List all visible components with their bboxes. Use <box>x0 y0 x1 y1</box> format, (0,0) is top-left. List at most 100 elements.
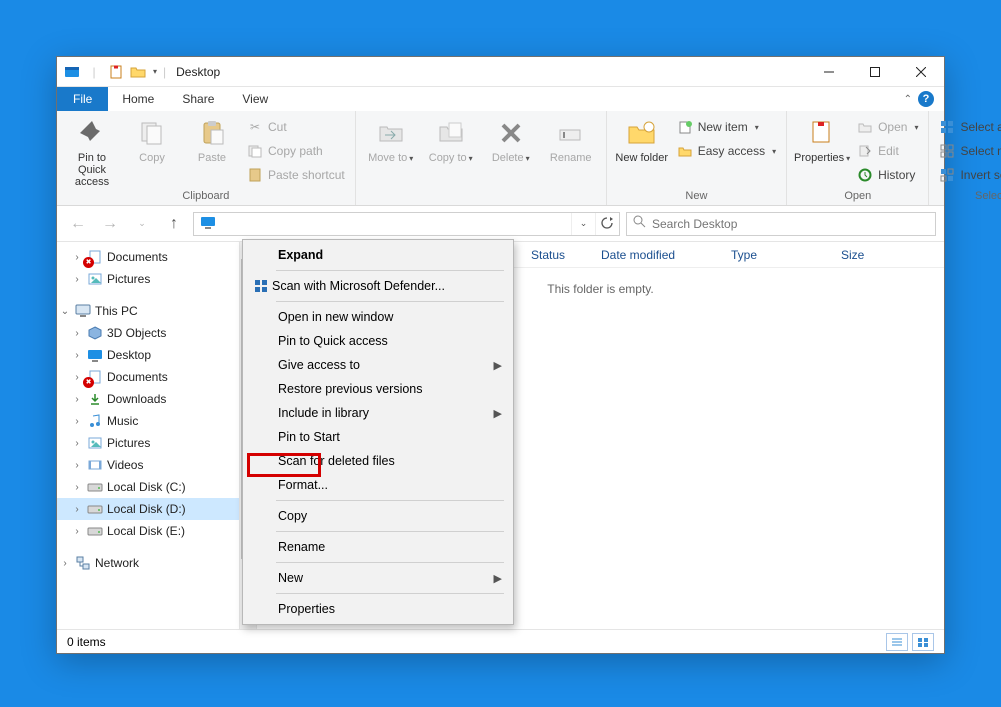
help-icon[interactable]: ? <box>918 91 934 107</box>
ctx-expand[interactable]: Expand <box>246 243 510 267</box>
copy-to-button[interactable]: Copy to▾ <box>422 113 480 164</box>
open-button[interactable]: Open▾ <box>853 116 922 138</box>
maximize-button[interactable] <box>852 57 898 87</box>
tab-share[interactable]: Share <box>168 87 228 111</box>
paste-button[interactable]: Paste <box>183 113 241 164</box>
search-box[interactable] <box>626 212 936 236</box>
qat-folder-icon[interactable] <box>129 63 147 81</box>
expand-icon[interactable]: › <box>71 526 83 537</box>
ctx-properties[interactable]: Properties <box>246 597 510 621</box>
ctx-restore-previous[interactable]: Restore previous versions <box>246 377 510 401</box>
col-date[interactable]: Date modified <box>601 248 731 262</box>
minimize-button[interactable] <box>806 57 852 87</box>
history-button[interactable]: History <box>853 164 922 186</box>
tab-home[interactable]: Home <box>108 87 168 111</box>
refresh-button[interactable] <box>595 213 619 235</box>
sidebar-item-pictures[interactable]: ›Pictures <box>57 268 256 290</box>
ribbon-collapse-icon[interactable]: ⌃ <box>904 94 912 105</box>
close-button[interactable] <box>898 57 944 87</box>
address-dropdown-button[interactable]: ⌄ <box>571 213 595 235</box>
tab-view[interactable]: View <box>228 87 282 111</box>
nav-forward-button[interactable]: → <box>97 211 123 237</box>
invert-icon <box>939 167 955 183</box>
pin-quick-access-button[interactable]: Pin to Quick access <box>63 113 121 188</box>
delete-button[interactable]: Delete▾ <box>482 113 540 164</box>
move-to-button[interactable]: Move to▾ <box>362 113 420 164</box>
expand-icon[interactable]: › <box>71 394 83 405</box>
new-folder-button[interactable]: New folder <box>613 113 671 164</box>
paste-shortcut-button[interactable]: Paste shortcut <box>243 164 349 186</box>
sidebar-item-desktop[interactable]: ›Desktop <box>57 344 256 366</box>
expand-icon[interactable]: › <box>71 482 83 493</box>
copy-path-button[interactable]: Copy path <box>243 140 349 162</box>
expand-icon[interactable]: › <box>71 438 83 449</box>
properties-button[interactable]: Properties▾ <box>793 113 851 164</box>
easy-access-button[interactable]: Easy access▾ <box>673 140 780 162</box>
invert-selection-button[interactable]: Invert selection <box>935 164 1001 186</box>
ctx-pin-quick-access[interactable]: Pin to Quick access <box>246 329 510 353</box>
sidebar-item-network[interactable]: ›Network <box>57 552 256 574</box>
new-item-button[interactable]: New item▾ <box>673 116 780 138</box>
nav-pane[interactable]: ›Documents ›Pictures ⌄This PC ›3D Object… <box>57 242 257 629</box>
expand-icon[interactable]: › <box>71 504 83 515</box>
sidebar-item-documents2[interactable]: ›Documents <box>57 366 256 388</box>
address-bar[interactable]: ⌄ <box>193 212 620 236</box>
qat-dropdown-icon[interactable]: ▾ <box>151 67 159 76</box>
sidebar-item-3dobjects[interactable]: ›3D Objects <box>57 322 256 344</box>
expand-icon[interactable]: › <box>71 350 83 361</box>
nav-up-button[interactable]: ↑ <box>161 211 187 237</box>
new-folder-icon <box>626 117 658 149</box>
cut-button[interactable]: ✂Cut <box>243 116 349 138</box>
ctx-give-access[interactable]: Give access to▶ <box>246 353 510 377</box>
ctx-separator <box>276 500 504 501</box>
copy-button[interactable]: Copy <box>123 113 181 164</box>
nav-back-button[interactable]: ← <box>65 211 91 237</box>
ctx-scan-deleted[interactable]: Scan for deleted files <box>246 449 510 473</box>
quick-access-toolbar: | ▾ | <box>57 63 172 81</box>
nav-recent-button[interactable]: ⌄ <box>129 211 155 237</box>
downloads-icon <box>87 391 103 407</box>
expand-icon[interactable]: › <box>59 558 71 569</box>
select-all-label: Select all <box>960 120 1001 134</box>
ctx-format[interactable]: Format... <box>246 473 510 497</box>
select-none-icon <box>939 143 955 159</box>
ctx-rename[interactable]: Rename <box>246 535 510 559</box>
col-status[interactable]: Status <box>531 248 601 262</box>
ctx-copy[interactable]: Copy <box>246 504 510 528</box>
expand-icon[interactable]: › <box>71 416 83 427</box>
expand-icon[interactable]: › <box>71 328 83 339</box>
expand-icon[interactable]: › <box>71 252 83 263</box>
sidebar-item-diske[interactable]: ›Local Disk (E:) <box>57 520 256 542</box>
address-segment[interactable] <box>194 215 222 232</box>
ctx-include-library[interactable]: Include in library▶ <box>246 401 510 425</box>
view-details-button[interactable] <box>886 633 908 651</box>
qat-properties-icon[interactable] <box>107 63 125 81</box>
col-type[interactable]: Type <box>731 248 841 262</box>
tab-file[interactable]: File <box>57 87 108 111</box>
select-all-button[interactable]: Select all <box>935 116 1001 138</box>
ctx-scan-defender[interactable]: Scan with Microsoft Defender... <box>246 274 510 298</box>
sidebar-item-videos[interactable]: › Videos <box>57 454 256 476</box>
sidebar-item-documents[interactable]: ›Documents <box>57 246 256 268</box>
col-size[interactable]: Size <box>841 248 901 262</box>
view-large-icons-button[interactable] <box>912 633 934 651</box>
sidebar-item-diskc[interactable]: ›Local Disk (C:) <box>57 476 256 498</box>
sidebar-item-downloads[interactable]: ›Downloads <box>57 388 256 410</box>
sidebar-item-music[interactable]: ›Music <box>57 410 256 432</box>
ctx-pin-start[interactable]: Pin to Start <box>246 425 510 449</box>
expand-icon[interactable]: › <box>71 274 83 285</box>
expand-icon[interactable]: › <box>71 460 83 471</box>
rename-button[interactable]: Rename <box>542 113 600 164</box>
sidebar-item-diskd[interactable]: ›Local Disk (D:) <box>57 498 256 520</box>
ctx-new[interactable]: New▶ <box>246 566 510 590</box>
ctx-open-new-window[interactable]: Open in new window <box>246 305 510 329</box>
select-none-button[interactable]: Select none <box>935 140 1001 162</box>
edit-button[interactable]: Edit <box>853 140 922 162</box>
search-input[interactable] <box>652 217 929 231</box>
sidebar-item-thispc[interactable]: ⌄This PC <box>57 300 256 322</box>
collapse-icon[interactable]: ⌄ <box>59 306 71 317</box>
new-item-label: New item <box>698 120 748 134</box>
expand-icon[interactable]: › <box>71 372 83 383</box>
node-label: Videos <box>107 458 143 472</box>
sidebar-item-pictures2[interactable]: ›Pictures <box>57 432 256 454</box>
